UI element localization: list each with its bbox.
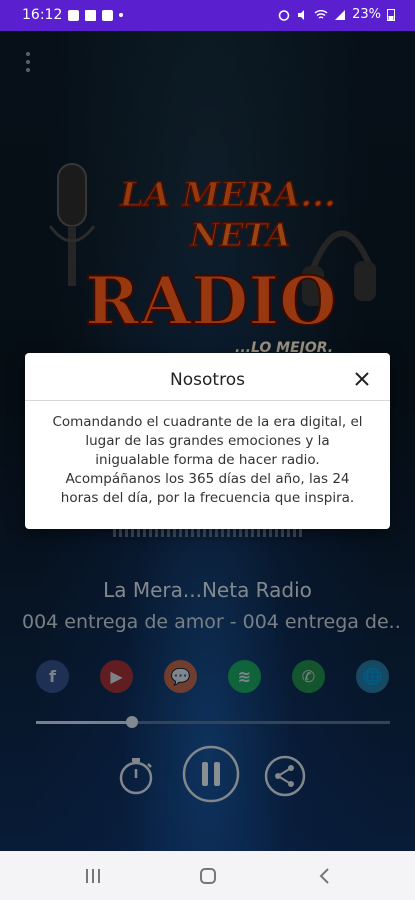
navigation-bar bbox=[0, 851, 415, 900]
recent-apps-button[interactable] bbox=[84, 867, 102, 885]
close-icon[interactable] bbox=[352, 369, 372, 389]
alarm-icon bbox=[278, 9, 290, 21]
wifi-icon bbox=[314, 9, 328, 19]
home-button[interactable] bbox=[199, 867, 217, 885]
gallery-icon bbox=[68, 9, 80, 21]
shopping-bag-icon bbox=[102, 9, 114, 21]
mute-icon bbox=[298, 9, 305, 20]
status-bar: 16:12 23% bbox=[0, 0, 415, 31]
mail-icon bbox=[85, 9, 97, 21]
status-time: 16:12 bbox=[22, 7, 63, 23]
battery-icon bbox=[387, 9, 395, 21]
battery-percent: 23% bbox=[352, 7, 381, 22]
notification-dot-icon bbox=[119, 13, 124, 17]
signal-icon bbox=[335, 9, 346, 20]
about-dialog: Nosotros Comandando el cuadrante de la e… bbox=[25, 353, 390, 529]
dialog-title: Nosotros bbox=[170, 370, 245, 390]
dialog-body: Comandando el cuadrante de la era digita… bbox=[52, 414, 363, 506]
back-button[interactable] bbox=[316, 867, 334, 885]
dialog-divider bbox=[25, 400, 390, 401]
